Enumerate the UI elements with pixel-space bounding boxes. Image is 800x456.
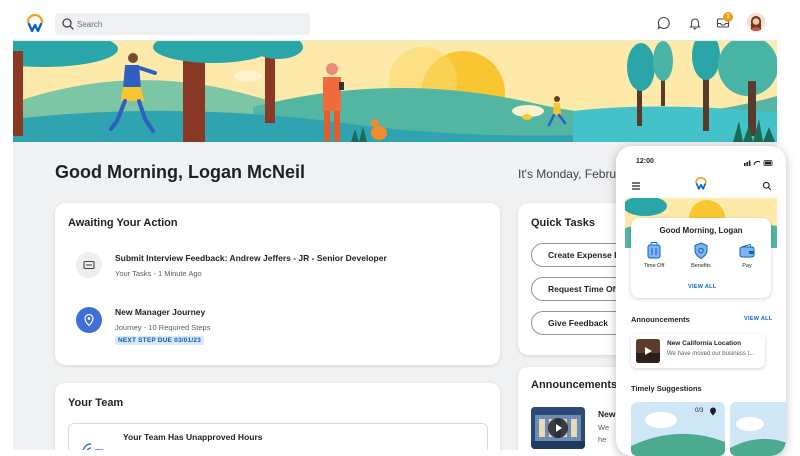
awaiting-action-title: Awaiting Your Action — [68, 217, 178, 229]
time-off-app[interactable]: Time Off — [639, 242, 669, 272]
luggage-icon — [647, 242, 661, 259]
wallet-icon — [739, 243, 755, 258]
status-bar-icons — [744, 160, 773, 166]
awaiting-action-card: Awaiting Your Action Submit Interview Fe… — [55, 203, 500, 365]
task-item-title[interactable]: New Manager Journey — [115, 307, 205, 317]
notification-badge: 3 — [723, 12, 733, 22]
pay-app[interactable]: Pay — [732, 242, 762, 272]
announcement-line: We — [598, 423, 610, 432]
hero-banner — [13, 41, 777, 142]
view-all-link[interactable]: VIEW ALL — [688, 284, 716, 290]
workday-logo-icon — [695, 177, 707, 190]
user-avatar-icon — [747, 13, 765, 31]
announcement-thumbnail — [636, 339, 660, 363]
inbox-tray-icon — [83, 260, 95, 270]
search-box[interactable] — [55, 13, 310, 35]
hamburger-menu-icon[interactable] — [631, 181, 641, 191]
mobile-app-mockup: 12:00 Good Morning, Logan Time Off Benef… — [616, 146, 786, 456]
phone-announcement-title: New California Location — [667, 340, 742, 347]
timely-suggestions-title: Timely Suggestions — [631, 384, 702, 393]
suggestion-progress: 0/3 — [695, 408, 704, 414]
suggestion-card[interactable]: 0/3 — [631, 402, 725, 456]
map-pin-icon — [84, 313, 94, 327]
quick-tasks-title: Quick Tasks — [531, 217, 595, 229]
app-label: Time Off — [643, 263, 665, 269]
phone-announcement-item[interactable]: New California Location We have moved ou… — [631, 334, 765, 368]
phone-greeting: Good Morning, Logan — [659, 226, 743, 235]
workday-logo-icon[interactable] — [25, 14, 45, 34]
task-item-subtitle: Your Tasks - 1 Minute Ago — [115, 269, 202, 278]
your-team-title: Your Team — [68, 397, 124, 409]
announcement-title[interactable]: New — [598, 409, 615, 419]
play-icon — [636, 339, 660, 363]
signal-icon — [82, 443, 103, 450]
avatar[interactable] — [747, 13, 765, 31]
team-item-title[interactable]: Your Team Has Unapproved Hours — [123, 432, 263, 442]
task-icon-wrapper — [76, 252, 102, 278]
hero-illustration — [13, 41, 777, 142]
shield-icon — [694, 242, 708, 260]
suggestion-card[interactable] — [730, 402, 786, 456]
suggestion-illustration — [730, 402, 786, 456]
app-label: Benefits — [691, 263, 711, 269]
bell-icon[interactable] — [688, 16, 702, 30]
announcements-title: Announcements — [531, 379, 618, 391]
location-pin-icon — [710, 407, 716, 416]
chat-icon[interactable] — [657, 16, 671, 30]
benefits-app[interactable]: Benefits — [686, 242, 716, 272]
task-item-subtitle: Journey - 10 Required Steps — [115, 323, 211, 332]
phone-greeting-card: Good Morning, Logan Time Off Benefits Pa… — [631, 218, 771, 298]
page-greeting: Good Morning, Logan McNeil — [55, 162, 305, 182]
phone-announcement-text: We have moved our business t... — [667, 351, 755, 357]
your-team-card: Your Team Your Team Has Unapproved Hours — [55, 383, 500, 450]
play-icon[interactable] — [548, 418, 568, 438]
phone-status-time: 12:00 — [636, 158, 654, 165]
due-date-tag: NEXT STEP DUE 03/01/23 — [115, 336, 205, 345]
team-item[interactable]: Your Team Has Unapproved Hours — [68, 423, 488, 450]
app-label: Pay — [742, 263, 752, 269]
journey-icon-wrapper — [76, 307, 102, 333]
top-bar: 3 — [13, 8, 777, 41]
announcement-video-thumbnail[interactable] — [531, 407, 585, 449]
search-icon[interactable] — [762, 181, 772, 191]
announcement-line: he — [598, 435, 607, 444]
announcements-view-all-link[interactable]: VIEW ALL — [744, 316, 772, 322]
task-item-title[interactable]: Submit Interview Feedback: Andrew Jeffer… — [115, 253, 387, 263]
search-input[interactable] — [77, 16, 297, 32]
phone-announcements-title: Announcements — [631, 315, 690, 324]
search-icon — [62, 18, 74, 30]
